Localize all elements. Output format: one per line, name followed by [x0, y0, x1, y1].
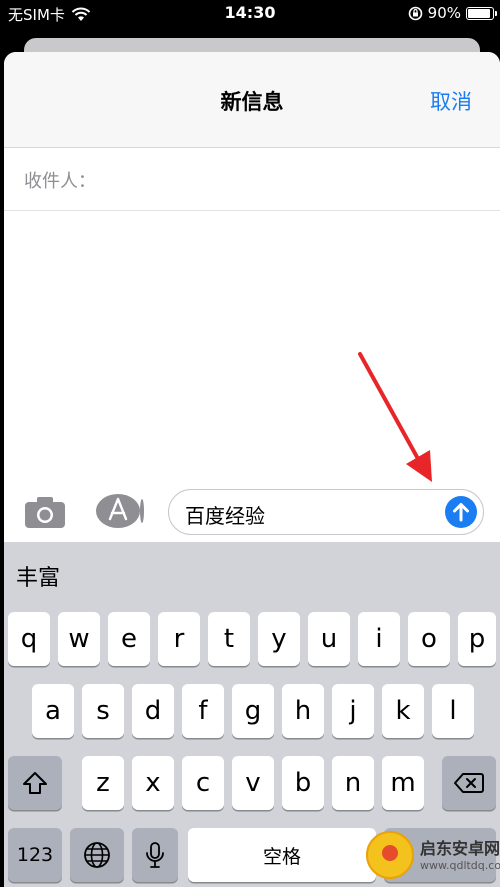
key-z[interactable]: z	[82, 756, 124, 810]
key-f[interactable]: f	[182, 684, 224, 738]
microphone-icon	[146, 842, 164, 868]
key-b[interactable]: b	[282, 756, 324, 810]
key-v[interactable]: v	[232, 756, 274, 810]
recipient-field[interactable]: 收件人：	[4, 149, 500, 211]
space-key[interactable]: 空格	[188, 828, 376, 882]
page-title: 新信息	[220, 90, 284, 114]
send-button[interactable]	[445, 496, 477, 528]
watermark: 启东安卓网 www.qdltdq.com	[366, 827, 500, 885]
cancel-button[interactable]: 取消	[430, 86, 472, 116]
key-i[interactable]: i	[358, 612, 400, 666]
delete-key[interactable]	[442, 756, 496, 810]
camera-icon[interactable]	[22, 492, 68, 532]
watermark-url: www.qdltdq.com	[420, 859, 500, 872]
key-u[interactable]: u	[308, 612, 350, 666]
key-m[interactable]: m	[382, 756, 424, 810]
status-bar: 无SIM卡 14:30 90%	[0, 0, 500, 26]
app-store-icon[interactable]	[96, 491, 144, 531]
key-w[interactable]: w	[58, 612, 100, 666]
key-l[interactable]: l	[432, 684, 474, 738]
key-t[interactable]: t	[208, 612, 250, 666]
candidate-suggestion[interactable]: 丰富	[16, 560, 60, 592]
key-h[interactable]: h	[282, 684, 324, 738]
shift-icon	[23, 772, 47, 794]
message-text: 百度经验	[185, 504, 265, 528]
key-e[interactable]: e	[108, 612, 150, 666]
key-p[interactable]: p	[458, 612, 496, 666]
key-n[interactable]: n	[332, 756, 374, 810]
microphone-key[interactable]	[132, 828, 178, 882]
battery-percent: 90%	[427, 4, 461, 22]
battery-fill	[468, 8, 490, 18]
delete-icon	[454, 773, 484, 793]
navigation-bar: 新信息 取消	[4, 52, 500, 148]
key-a[interactable]: a	[32, 684, 74, 738]
watermark-name: 启东安卓网	[420, 839, 500, 858]
globe-key[interactable]	[70, 828, 124, 882]
compose-bar: 百度经验	[4, 486, 500, 542]
watermark-logo-icon	[366, 831, 414, 879]
key-o[interactable]: o	[408, 612, 450, 666]
orientation-lock-icon	[408, 6, 422, 20]
key-g[interactable]: g	[232, 684, 274, 738]
key-q[interactable]: q	[8, 612, 50, 666]
key-d[interactable]: d	[132, 684, 174, 738]
key-j[interactable]: j	[332, 684, 374, 738]
numbers-key[interactable]: 123	[8, 828, 62, 882]
globe-icon	[84, 842, 110, 868]
recipient-label: 收件人：	[24, 171, 96, 192]
key-c[interactable]: c	[182, 756, 224, 810]
battery-icon	[466, 6, 497, 20]
send-arrow-up-icon	[453, 503, 469, 522]
shift-key[interactable]	[8, 756, 62, 810]
message-input[interactable]: 百度经验	[168, 489, 484, 535]
key-s[interactable]: s	[82, 684, 124, 738]
status-right: 90%	[408, 4, 497, 22]
key-k[interactable]: k	[382, 684, 424, 738]
key-y[interactable]: y	[258, 612, 300, 666]
key-x[interactable]: x	[132, 756, 174, 810]
key-r[interactable]: r	[158, 612, 200, 666]
red-arrow-annotation	[358, 352, 432, 482]
